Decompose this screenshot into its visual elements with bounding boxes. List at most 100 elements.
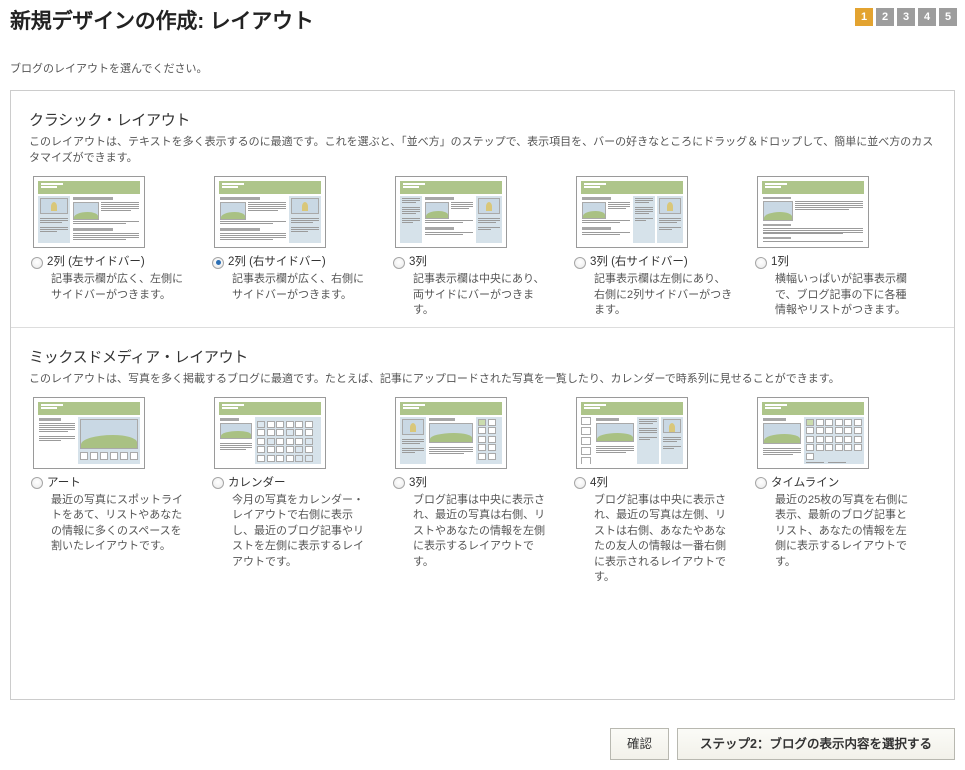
radio-button[interactable]: [212, 256, 224, 269]
radio-row[interactable]: 3列: [391, 477, 572, 490]
thumbnail-mixed-art[interactable]: [33, 396, 145, 469]
thumb-list-sidebar: [637, 416, 659, 464]
thumb-content-area: [219, 196, 287, 243]
option-classic-3[interactable]: 3列 (右サイドバー) 記事表示欄は左側にあり、右側に2列サイドバーがつきます。: [572, 176, 753, 319]
radio-row[interactable]: 1列: [753, 256, 934, 269]
option-mixed-0[interactable]: アート 最近の写真にスポットライトをあて、リストやあなたの情報に多くのスペースを…: [29, 396, 210, 586]
thumb-body: [38, 416, 140, 464]
confirm-button[interactable]: 確認: [610, 728, 670, 760]
option-mixed-3[interactable]: 4列 ブログ記事は中央に表示され、最近の写真は左側、リストは右側、あなたやあなた…: [572, 396, 753, 586]
thumb-wrap[interactable]: [572, 176, 753, 248]
thumb-header-bar: [219, 181, 321, 194]
thumb-body: [400, 416, 502, 464]
avatar-icon: [663, 418, 681, 433]
thumb-post-title: [220, 417, 240, 421]
thumb-wrap[interactable]: [753, 396, 934, 469]
thumb-post-title: [763, 197, 791, 199]
thumb-photo: [429, 422, 473, 443]
thumb-content-area: [424, 196, 474, 243]
step-chip-3[interactable]: 3: [897, 8, 915, 26]
option-label: 3列: [409, 256, 427, 268]
option-classic-2[interactable]: 3列 記事表示欄は中央にあり、両サイドにバーがつきます。: [391, 176, 572, 319]
thumb-body: [581, 196, 683, 243]
radio-button[interactable]: [393, 256, 405, 269]
option-description: 記事表示欄が広く、左側にサイドバーがつきます。: [51, 273, 183, 301]
option-classic-1[interactable]: 2列 (右サイドバー) 記事表示欄が広く、右側にサイドバーがつきます。: [210, 176, 391, 319]
thumb-post-title: [73, 197, 113, 200]
thumb-wrap[interactable]: [572, 396, 753, 469]
thumbnail-classic-right-sidebar[interactable]: [214, 176, 326, 248]
option-label: カレンダー: [228, 476, 286, 489]
radio-row[interactable]: 3列: [391, 256, 572, 269]
step-chip-5[interactable]: 5: [939, 8, 957, 26]
thumb-timeline-panel: [804, 416, 864, 464]
thumbnail-classic-left-sidebar[interactable]: [33, 176, 145, 248]
thumb-right-sidebar: [289, 196, 321, 243]
thumb-post-title: [39, 417, 61, 421]
thumb-wrap[interactable]: [29, 396, 210, 469]
section-classic-layout: クラシック・レイアウト このレイアウトは、テキストを多く表示するのに最適です。こ…: [11, 91, 954, 319]
thumbnail-classic-three-col[interactable]: [395, 176, 507, 248]
option-label: タイムライン: [771, 476, 840, 489]
radio-button[interactable]: [574, 477, 586, 489]
thumb-wrap[interactable]: [29, 176, 210, 248]
option-description: 最近の25枚の写真を右側に表示、最新のブログ記事とリスト、あなたの情報を左側に表…: [775, 493, 909, 568]
radio-button[interactable]: [31, 256, 43, 269]
thumb-wrap[interactable]: [210, 176, 391, 248]
thumbnail-mixed-timeline[interactable]: [757, 396, 869, 469]
radio-button[interactable]: [393, 477, 405, 489]
radio-row[interactable]: 3列 (右サイドバー): [572, 256, 753, 269]
radio-row[interactable]: 2列 (左サイドバー): [29, 256, 210, 269]
radio-row[interactable]: カレンダー: [210, 477, 391, 490]
thumbnail-classic-three-col-right[interactable]: [576, 176, 688, 248]
radio-row[interactable]: 2列 (右サイドバー): [210, 256, 391, 269]
step-chip-1[interactable]: 1: [855, 8, 873, 26]
option-mixed-1[interactable]: カレンダー 今月の写真をカレンダー・レイアウトで右側に表示し、最近のブログ記事や…: [210, 396, 391, 586]
option-description: 今月の写真をカレンダー・レイアウトで右側に表示し、最近のブログ記事やリストを左側…: [232, 493, 364, 568]
thumb-header-bar: [762, 181, 864, 194]
radio-button[interactable]: [574, 256, 586, 269]
option-mixed-2[interactable]: 3列 ブログ記事は中央に表示され、最近の写真は右側、リストやあなたの情報を左側に…: [391, 396, 572, 586]
option-description: 最近の写真にスポットライトをあて、リストやあなたの情報に多くのスペースを割いたレ…: [51, 493, 183, 553]
radio-row[interactable]: アート: [29, 477, 210, 490]
thumb-header-bar: [38, 401, 140, 415]
section-mixed-media-layout: ミックスドメディア・レイアウト このレイアウトは、写真を多く掲載するブログに最適…: [11, 326, 954, 586]
thumb-photo-grid: [806, 418, 862, 460]
thumb-content-area: [38, 416, 76, 464]
thumb-wrap[interactable]: [391, 176, 572, 248]
thumbnail-mixed-three-col[interactable]: [395, 396, 507, 469]
section-description: このレイアウトは、テキストを多く表示するのに最適です。これを選ぶと、「並べ方」の…: [29, 136, 934, 164]
radio-row[interactable]: 4列: [572, 477, 753, 490]
thumbnail-mixed-four-col[interactable]: [576, 396, 688, 469]
page-header: 新規デザインの作成: レイアウト 1 2 3 4 5: [0, 0, 965, 44]
thumb-header-bar: [219, 401, 321, 415]
thumb-post-title: [429, 417, 456, 421]
thumb-wrap[interactable]: [753, 176, 934, 248]
option-classic-4[interactable]: 1列 横幅いっぱいが記事表示欄で、ブログ記事の下に各種情報やリストがつきます。: [753, 176, 934, 319]
thumb-post-title: [763, 224, 791, 227]
radio-button[interactable]: [755, 477, 767, 489]
thumb-wrap[interactable]: [391, 396, 572, 469]
radio-row[interactable]: タイムライン: [753, 477, 934, 490]
radio-button[interactable]: [212, 477, 224, 489]
thumb-content-area: [219, 416, 253, 464]
next-step-button[interactable]: ステップ2：ブログの表示内容を選択する: [677, 728, 955, 760]
thumb-post-title: [425, 197, 454, 200]
thumb-post-title: [220, 228, 260, 231]
radio-button[interactable]: [31, 477, 43, 489]
step-chip-2[interactable]: 2: [876, 8, 894, 26]
thumbnail-classic-one-col[interactable]: [757, 176, 869, 248]
option-label: 3列: [409, 476, 427, 489]
thumb-photo: [582, 202, 606, 219]
thumb-photo: [73, 202, 99, 220]
option-mixed-4[interactable]: タイムライン 最近の25枚の写真を右側に表示、最新のブログ記事とリスト、あなたの…: [753, 396, 934, 586]
radio-button[interactable]: [755, 256, 767, 269]
thumb-wrap[interactable]: [210, 396, 391, 469]
thumb-body: [219, 416, 321, 464]
thumb-header-bar: [400, 401, 502, 415]
thumb-left-sidebar: [400, 416, 426, 464]
step-chip-4[interactable]: 4: [918, 8, 936, 26]
thumbnail-mixed-calendar[interactable]: [214, 396, 326, 469]
option-classic-0[interactable]: 2列 (左サイドバー) 記事表示欄が広く、左側にサイドバーがつきます。: [29, 176, 210, 319]
option-description: 記事表示欄は中央にあり、両サイドにバーがつきます。: [413, 273, 545, 316]
